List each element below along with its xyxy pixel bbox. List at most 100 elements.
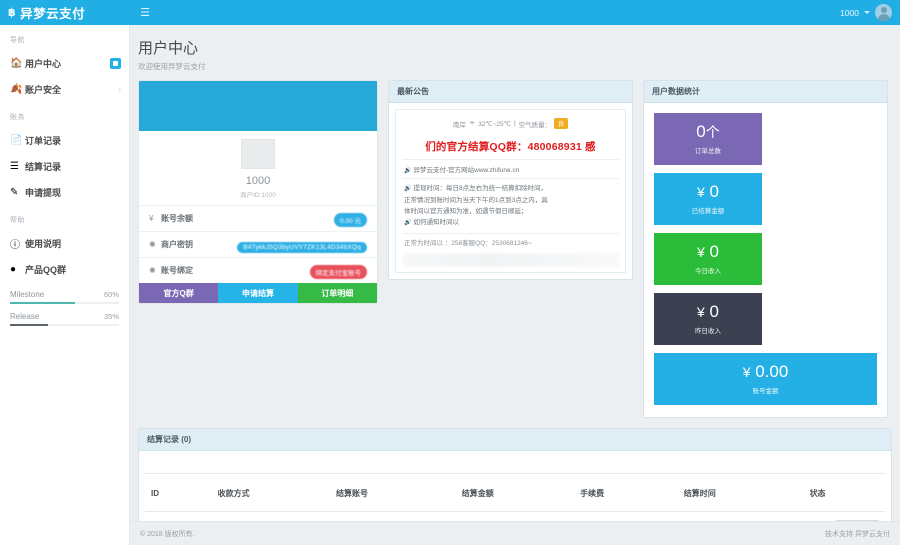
announcement-footer-text: 正常为时间以 ：258客服QQ：2530681246~ (402, 232, 619, 253)
announcement-body-text: 🔊 提现时间：每日8点左右为统一结算扣除时间， 正常情况到账时间为当天下午的1点到… (402, 178, 619, 233)
table-header-row: ID 收款方式 结算账号 结算金额 手续费 结算时间 状态 (145, 473, 885, 512)
top-navbar: ฿ 异梦云支付 ☰ 1000 (0, 0, 900, 25)
sidebar-item-account-security[interactable]: 🍂 账户安全 › (0, 76, 129, 102)
edit-icon: ✎ (10, 186, 19, 198)
sidebar-item-order-records[interactable]: 📄 订单记录 (0, 127, 129, 153)
col-settlement-amount[interactable]: 结算金额 (455, 473, 575, 512)
stats-panel-title: 用户数据统计 (644, 81, 887, 103)
page-footer: © 2018 版权所有. 技术支持 异梦云支付 (130, 521, 900, 545)
col-settlement-account[interactable]: 结算账号 (329, 473, 456, 512)
body-line-3: 体时间以官方通知为准，如遇节假日顺延； (404, 207, 528, 215)
sidebar-item-withdraw[interactable]: ✎ 申请提现 (0, 179, 129, 205)
sidebar-item-label: 使用说明 (25, 238, 62, 249)
sidebar-item-instructions[interactable]: ⓘ 使用说明 (0, 230, 129, 256)
progress-label: Release (10, 312, 40, 321)
bind-alipay-badge[interactable]: 绑定支付宝账号 (309, 264, 367, 279)
announcement-headline: 们的官方结算QQ群：480068931 感 (425, 141, 596, 153)
sidebar-section-title-finance: 账务 (10, 114, 25, 121)
stat-label: 昨日收入 (695, 328, 721, 335)
info-value: 绑定支付宝账号 (309, 262, 367, 280)
stat-tile-today-income[interactable]: ¥ 0 今日收入 (654, 233, 762, 285)
sidebar-item-qq-group[interactable]: ● 产品QQ群 (0, 256, 129, 282)
list-icon: ☰ (10, 160, 19, 172)
card-action-buttons: 官方Q群 申请结算 订单明细 (139, 283, 377, 303)
card-cover-banner (139, 81, 377, 131)
aqi-label: 空气质量： (518, 121, 552, 129)
merchant-id: 商户ID:1000 (240, 192, 276, 199)
website-text: 异梦云支付-官方网站www.zhifune.cn (413, 167, 520, 174)
stat-value: 0个 (696, 122, 720, 141)
info-value: B4TykkJ5Q3byUVY7ZK13L4D34bXQq (237, 236, 367, 254)
chevron-down-icon (864, 11, 870, 14)
stat-tile-settled-amount[interactable]: ¥ 0 已结算金额 (654, 173, 762, 225)
col-fee[interactable]: 手续费 (574, 473, 678, 512)
stat-value: ¥ 0 (697, 242, 719, 261)
announcement-body: 南岸 ☂ 32℃~25℃ | 空气质量： 良 们的官方结算QQ群：4800689… (389, 103, 632, 279)
info-label: 账号绑定 (161, 266, 193, 275)
stat-unit: ¥ (697, 304, 705, 320)
footer-copyright: © 2018 版权所有. (140, 530, 195, 538)
col-payment-method[interactable]: 收款方式 (211, 473, 330, 512)
stat-unit: ¥ (742, 364, 751, 380)
col-id[interactable]: ID (145, 473, 212, 512)
balance-badge: 0.00 元 (334, 212, 367, 227)
progress-label: Milestone (10, 290, 45, 299)
dashboard-row: 1000 商户ID:1000 ¥ 账号余额 0.00 元 ✺ 商户密钥 B4Ty… (130, 80, 900, 418)
hamburger-icon[interactable]: ☰ (130, 0, 160, 25)
stat-value: ¥ 0 (697, 182, 719, 201)
order-details-button[interactable]: 订单明细 (297, 283, 377, 303)
sidebar-item-label: 账户安全 (25, 84, 62, 95)
stat-tile-account-amount[interactable]: ¥ 0.00 账号金额 (654, 353, 877, 405)
user-profile-card: 1000 商户ID:1000 ¥ 账号余额 0.00 元 ✺ 商户密钥 B4Ty… (138, 80, 378, 304)
info-row-balance: ¥ 账号余额 0.00 元 (139, 205, 377, 231)
info-label: 商户密钥 (161, 240, 193, 249)
stat-tile-total-orders[interactable]: 0个 订单总数 (654, 113, 762, 165)
chevron-right-icon: › (118, 84, 121, 94)
col-settlement-time[interactable]: 结算时间 (677, 473, 804, 512)
table-spacer-top (145, 451, 885, 473)
weather-city: 南岸 (452, 121, 466, 129)
file-icon: 📄 (10, 134, 23, 146)
progress-track (10, 324, 119, 326)
card-identity: 1000 商户ID:1000 (139, 131, 377, 205)
stat-label: 今日收入 (695, 268, 721, 275)
info-row-account-binding: ✺ 账号绑定 绑定支付宝账号 (139, 257, 377, 283)
user-name: 1000 (245, 175, 271, 187)
avatar[interactable] (875, 4, 892, 21)
yen-icon: ¥ (149, 214, 154, 223)
stat-label: 账号金额 (752, 388, 779, 395)
stat-unit: ¥ (697, 244, 705, 260)
col-status[interactable]: 状态 (803, 473, 885, 512)
page-title: 用户中心 (138, 40, 199, 57)
stat-tile-yesterday-income[interactable]: ¥ 0 昨日收入 (654, 293, 762, 345)
info-icon: ⓘ (10, 239, 20, 251)
sidebar-item-user-center[interactable]: 🏠 用户中心 (0, 50, 129, 76)
official-qq-group-button[interactable]: 官方Q群 (139, 283, 219, 303)
stat-unit: 个 (705, 124, 720, 140)
body-line-2: 正常情况到账时间为当天下午的1点到3点之内，具 (404, 196, 548, 204)
brand-mark-icon: ฿ (8, 7, 17, 19)
apply-settlement-button[interactable]: 申请结算 (218, 283, 298, 303)
umbrella-icon: ☂ (468, 120, 476, 128)
sidebar-section-title-help: 帮助 (10, 217, 25, 224)
weather-separator: | (513, 120, 516, 127)
info-value: 0.00 元 (334, 210, 367, 228)
leaf-icon: 🍂 (10, 83, 23, 95)
user-photo (241, 139, 275, 169)
user-stats-panel: 用户数据统计 0个 订单总数 ¥ 0 已结算金额 ¥ 0 今日收入 ¥ 0 昨日… (643, 80, 888, 418)
settlement-table: ID 收款方式 结算账号 结算金额 手续费 结算时间 状态 (145, 473, 885, 512)
merchant-key-badge[interactable]: B4TykkJ5Q3byUVY7ZK13L4D34bXQq (237, 241, 367, 253)
stat-value: ¥ 0 (697, 302, 719, 321)
sidebar-progress-milestone: Milestone 60% (0, 282, 129, 304)
stats-grid: 0个 订单总数 ¥ 0 已结算金额 ¥ 0 今日收入 ¥ 0 昨日收入 ¥ 0.… (650, 109, 881, 411)
page-header: 用户中心 欢迎使用异梦云支付 (130, 25, 900, 80)
stat-unit: ¥ (697, 184, 705, 200)
speaker-icon: 🔊 (404, 220, 412, 227)
sidebar-item-settlement-records[interactable]: ☰ 结算记录 (0, 153, 129, 179)
weather-temp: 32℃~25℃ (478, 120, 511, 128)
navbar-username: 1000 (840, 7, 859, 18)
navbar-user-menu[interactable]: 1000 (840, 4, 900, 21)
sidebar-item-label: 结算记录 (25, 161, 62, 172)
body-line-1: 提现时间：每日8点左右为统一结算扣除时间， (413, 185, 548, 192)
brand-logo[interactable]: ฿ 异梦云支付 (0, 0, 130, 25)
